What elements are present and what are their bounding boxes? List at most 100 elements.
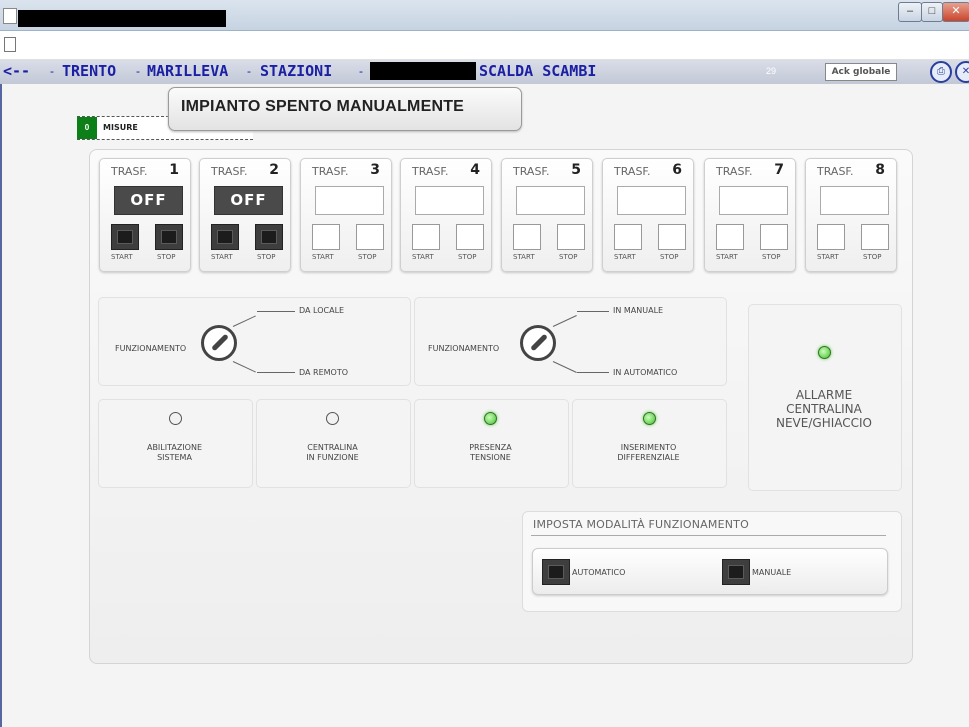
manuale-label: MANUALE xyxy=(752,568,792,577)
back-link[interactable]: <-- xyxy=(3,62,30,80)
stop-label: STOP xyxy=(559,253,578,261)
selector-knob-icon[interactable] xyxy=(520,325,556,361)
automatico-label: AUTOMATICO xyxy=(572,568,626,577)
option-da-locale: DA LOCALE xyxy=(299,306,345,315)
option-in-manuale: IN MANUALE xyxy=(613,306,664,315)
trasf-number: 7 xyxy=(774,162,784,178)
selector-line xyxy=(577,311,609,312)
start-label: START xyxy=(211,253,233,261)
stop-label: STOP xyxy=(863,253,882,261)
breadcrumb-place[interactable]: MARILLEVA xyxy=(147,62,228,80)
trasf-number: 4 xyxy=(470,162,480,178)
alarm-count: 29 xyxy=(766,66,777,76)
trasf-label: TRASF. xyxy=(716,165,753,178)
breadcrumb-separator: - xyxy=(136,64,140,78)
stop-button[interactable] xyxy=(155,224,183,250)
trasf-unit-7: TRASF. 7 START STOP xyxy=(704,158,796,272)
funzionamento-label: FUNZIONAMENTO xyxy=(428,344,500,353)
stop-button[interactable] xyxy=(456,224,484,250)
window-titlebar: – □ ✕ xyxy=(0,0,969,31)
misure-label: MISURE xyxy=(103,123,138,132)
trasf-unit-6: TRASF. 6 START STOP xyxy=(602,158,694,272)
start-label: START xyxy=(111,253,133,261)
start-button[interactable] xyxy=(211,224,239,250)
stop-button[interactable] xyxy=(760,224,788,250)
stop-button[interactable] xyxy=(861,224,889,250)
start-button[interactable] xyxy=(513,224,541,250)
left-edge xyxy=(0,84,2,727)
start-button[interactable] xyxy=(614,224,642,250)
funzionamento-local-remote xyxy=(98,297,411,386)
stop-button[interactable] xyxy=(356,224,384,250)
stop-label: STOP xyxy=(762,253,781,261)
trasf-status-display: OFF xyxy=(114,186,183,215)
status-banner: IMPIANTO SPENTO MANUALMENTE xyxy=(168,87,522,131)
selector-line xyxy=(257,311,295,312)
start-button[interactable] xyxy=(412,224,440,250)
stop-label: STOP xyxy=(458,253,477,261)
trasf-status-display xyxy=(415,186,484,215)
inserimento-label: INSERIMENTO DIFFERENZIALE xyxy=(617,443,680,462)
selector-knob-icon[interactable] xyxy=(201,325,237,361)
trasf-status: OFF xyxy=(230,191,267,209)
trasf-unit-2: TRASF. 2 OFF START STOP xyxy=(199,158,291,272)
trasf-label: TRASF. xyxy=(111,165,148,178)
abilitazione-label: ABILITAZIONE SISTEMA xyxy=(146,443,203,462)
maximize-button[interactable]: □ xyxy=(921,2,943,22)
selector-line xyxy=(257,372,295,373)
start-label: START xyxy=(412,253,434,261)
trasf-number: 1 xyxy=(169,162,179,178)
start-button[interactable] xyxy=(817,224,845,250)
misure-count: 0 xyxy=(77,117,97,139)
breadcrumb-site[interactable]: TRENTO xyxy=(62,62,116,80)
stop-button[interactable] xyxy=(557,224,585,250)
centralina-led xyxy=(326,412,339,425)
automatico-button[interactable] xyxy=(542,559,570,585)
manuale-button[interactable] xyxy=(722,559,750,585)
trasf-status-display xyxy=(719,186,788,215)
start-button[interactable] xyxy=(312,224,340,250)
breadcrumb-section[interactable]: STAZIONI xyxy=(260,62,332,80)
mode-title: IMPOSTA MODALITÀ FUNZIONAMENTO xyxy=(533,518,749,531)
start-label: START xyxy=(614,253,636,261)
ack-globale-button[interactable]: Ack globale xyxy=(825,63,897,81)
trasf-status-display xyxy=(617,186,686,215)
presenza-led xyxy=(484,412,497,425)
trasf-number: 3 xyxy=(370,162,380,178)
trasf-label: TRASF. xyxy=(312,165,349,178)
presenza-label: PRESENZA TENSIONE xyxy=(469,443,512,462)
abilitazione-led xyxy=(169,412,182,425)
trasf-label: TRASF. xyxy=(817,165,854,178)
start-label: START xyxy=(716,253,738,261)
breadcrumb-separator: - xyxy=(359,64,363,78)
stop-label: STOP xyxy=(157,253,176,261)
print-icon[interactable]: ⎙ xyxy=(930,61,952,83)
stop-label: STOP xyxy=(358,253,377,261)
trasf-status-display xyxy=(820,186,889,215)
inserimento-led xyxy=(643,412,656,425)
stop-label: STOP xyxy=(257,253,276,261)
trasf-unit-4: TRASF. 4 START STOP xyxy=(400,158,492,272)
close-button[interactable]: ✕ xyxy=(942,2,969,22)
mode-divider xyxy=(531,535,886,536)
trasf-unit-1: TRASF. 1 OFF START STOP xyxy=(99,158,191,272)
minimize-button[interactable]: – xyxy=(898,2,922,22)
stop-button[interactable] xyxy=(255,224,283,250)
trasf-number: 2 xyxy=(269,162,279,178)
start-label: START xyxy=(817,253,839,261)
stop-button[interactable] xyxy=(658,224,686,250)
stop-label: STOP xyxy=(660,253,679,261)
banner-text: IMPIANTO SPENTO MANUALMENTE xyxy=(181,98,465,115)
redacted-station xyxy=(370,62,476,80)
start-button[interactable] xyxy=(111,224,139,250)
alarm-label: ALLARME CENTRALINA NEVE/GHIACCIO xyxy=(776,388,872,430)
option-da-remoto: DA REMOTO xyxy=(299,368,349,377)
trasf-label: TRASF. xyxy=(614,165,651,178)
breadcrumb-device: SCALDA SCAMBI xyxy=(479,62,597,80)
start-button[interactable] xyxy=(716,224,744,250)
trasf-label: TRASF. xyxy=(211,165,248,178)
option-in-automatico: IN AUTOMATICO xyxy=(613,368,678,377)
trasf-status-display xyxy=(315,186,384,215)
start-label: START xyxy=(513,253,535,261)
breadcrumb-separator: - xyxy=(247,64,251,78)
